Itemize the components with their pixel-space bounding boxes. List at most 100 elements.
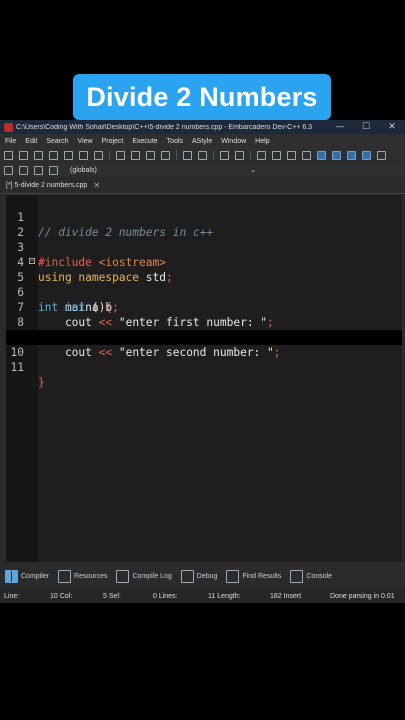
video-title-banner: Divide 2 Numbers xyxy=(73,74,331,120)
code-line-active: 10 xyxy=(6,330,402,359)
status-length-value: 182 Insert xyxy=(270,592,302,600)
menu-search[interactable]: Search xyxy=(41,138,72,145)
line-number: 11 xyxy=(10,361,24,374)
print-icon[interactable] xyxy=(94,150,103,160)
bookmark-toggle-icon[interactable] xyxy=(34,165,43,175)
close-icon[interactable]: ✕ xyxy=(93,181,100,190)
compile-run-icon[interactable] xyxy=(347,150,356,160)
tab-console-label: Console xyxy=(306,572,333,580)
code-line: 4 using namespace std; xyxy=(6,240,402,284)
bookmark-icon[interactable] xyxy=(257,150,266,160)
status-sel-value: 0 Lines: xyxy=(153,592,178,600)
scope-select[interactable]: (globals) ⌄ xyxy=(68,165,258,176)
code-line: 6 int a,b; xyxy=(6,270,402,314)
toolbar-separator xyxy=(176,150,177,160)
find-icon[interactable] xyxy=(116,150,125,160)
check-icon[interactable] xyxy=(377,150,386,160)
close-all-icon[interactable] xyxy=(79,150,88,160)
code-editor[interactable]: 1 // divide 2 numbers in c++ 2 3 #includ… xyxy=(6,195,402,562)
compile-icon[interactable] xyxy=(317,150,326,160)
menu-help[interactable]: Help xyxy=(250,138,273,145)
code-line: 11 } xyxy=(6,345,402,389)
close-button[interactable]: ✕ xyxy=(379,122,405,132)
file-tab-bar: [*] 5-divide 2 numbers.cpp ✕ xyxy=(0,178,405,194)
run-icon[interactable] xyxy=(332,150,341,160)
tab-file-label: [*] 5-divide 2 numbers.cpp xyxy=(6,182,88,189)
code-line: 3 #include <iostream> xyxy=(6,225,402,269)
tab-compiler[interactable]: Compiler xyxy=(5,569,50,583)
close-file-icon[interactable] xyxy=(64,150,73,160)
code-line: 9 cout << "enter second number: "; xyxy=(6,315,402,359)
chevron-down-icon: ⌄ xyxy=(250,167,256,174)
devcpp-window: C:\Users\Coding With Sohail\Desktop\C++\… xyxy=(0,120,405,603)
menu-view[interactable]: View xyxy=(73,138,97,145)
menu-tools[interactable]: Tools xyxy=(162,138,187,145)
compiler-icon xyxy=(5,569,18,583)
menu-edit[interactable]: Edit xyxy=(20,138,41,145)
indent-icon[interactable] xyxy=(183,150,192,160)
toolbar-separator xyxy=(213,150,214,160)
tab-debug-label: Debug xyxy=(196,572,218,580)
toggle-comment-icon[interactable] xyxy=(302,150,311,160)
main-toolbar xyxy=(0,148,405,162)
tab-compile-log[interactable]: Compile Log xyxy=(116,569,172,583)
tab-console[interactable]: Console xyxy=(290,569,333,583)
tab-debug[interactable]: Debug xyxy=(180,569,218,583)
title-bar: C:\Users\Coding With Sohail\Desktop\C++\… xyxy=(0,120,405,134)
redo-icon[interactable] xyxy=(235,150,244,160)
code-line: 5 − int main(){ xyxy=(6,255,402,315)
status-col-value: 5 Sel: xyxy=(103,592,121,600)
tab-file[interactable]: [*] 5-divide 2 numbers.cpp ✕ xyxy=(6,181,100,190)
tab-resources[interactable]: Resources xyxy=(58,569,108,583)
maximize-button[interactable]: ☐ xyxy=(353,122,379,132)
menu-project[interactable]: Project xyxy=(97,138,128,145)
comment-icon[interactable] xyxy=(287,150,296,160)
open-file-icon[interactable] xyxy=(19,150,28,160)
undo-icon[interactable] xyxy=(220,150,229,160)
menu-window[interactable]: Window xyxy=(216,138,250,145)
menu-astyle[interactable]: AStyle xyxy=(187,138,216,145)
debug-check-icon xyxy=(180,569,194,583)
secondary-toolbar: (globals) ⌄ xyxy=(0,163,405,177)
unindent-icon[interactable] xyxy=(198,150,207,160)
goto-icon[interactable] xyxy=(49,165,58,175)
menu-execute[interactable]: Execute xyxy=(127,138,161,145)
insert-icon[interactable] xyxy=(19,165,28,175)
save-all-icon[interactable] xyxy=(49,150,58,160)
status-bar: Line: 10 Col: 5 Sel: 0 Lines: 11 Length:… xyxy=(0,589,405,603)
bottom-panel-tabs: Compiler Resources Compile Log Debug Fin… xyxy=(0,566,405,586)
goto-line-icon[interactable] xyxy=(161,150,170,160)
code-text: } xyxy=(38,376,45,389)
scope-select-value: (globals) xyxy=(70,166,97,174)
tab-compile-log-label: Compile Log xyxy=(132,572,172,580)
new-file-icon[interactable] xyxy=(4,150,13,160)
toolbar-separator xyxy=(250,150,251,160)
tab-find-results[interactable]: Find Results xyxy=(226,569,282,583)
tab-compiler-label: Compiler xyxy=(21,572,50,580)
replace-icon[interactable] xyxy=(131,150,140,160)
status-lines-value: 11 Length: xyxy=(208,592,241,600)
console-icon xyxy=(290,569,304,583)
status-line-value: 10 Col: xyxy=(50,592,73,600)
code-line: 1 // divide 2 numbers in c++ xyxy=(6,195,402,239)
menu-bar: File Edit Search View Project Execute To… xyxy=(0,134,405,148)
app-icon xyxy=(4,122,13,132)
minimize-button[interactable]: — xyxy=(327,122,353,132)
tab-find-results-label: Find Results xyxy=(242,572,282,580)
tab-resources-label: Resources xyxy=(74,572,108,580)
status-message: Done parsing in 0.01 xyxy=(330,592,395,600)
class-browser-icon[interactable] xyxy=(4,165,13,175)
compile-log-icon xyxy=(116,569,130,583)
find-results-icon xyxy=(226,569,240,583)
fold-toggle-icon[interactable]: − xyxy=(29,258,35,264)
resources-icon xyxy=(58,569,72,583)
goto-bookmark-icon[interactable] xyxy=(272,150,281,160)
rebuild-icon[interactable] xyxy=(362,150,371,160)
code-line: 2 xyxy=(6,210,402,239)
code-line: 7 cout << "enter first number: "; xyxy=(6,285,402,329)
toolbar-separator xyxy=(109,150,110,160)
find-next-icon[interactable] xyxy=(146,150,155,160)
save-icon[interactable] xyxy=(34,150,43,160)
menu-file[interactable]: File xyxy=(0,138,20,145)
window-title: C:\Users\Coding With Sohail\Desktop\C++\… xyxy=(16,123,313,131)
